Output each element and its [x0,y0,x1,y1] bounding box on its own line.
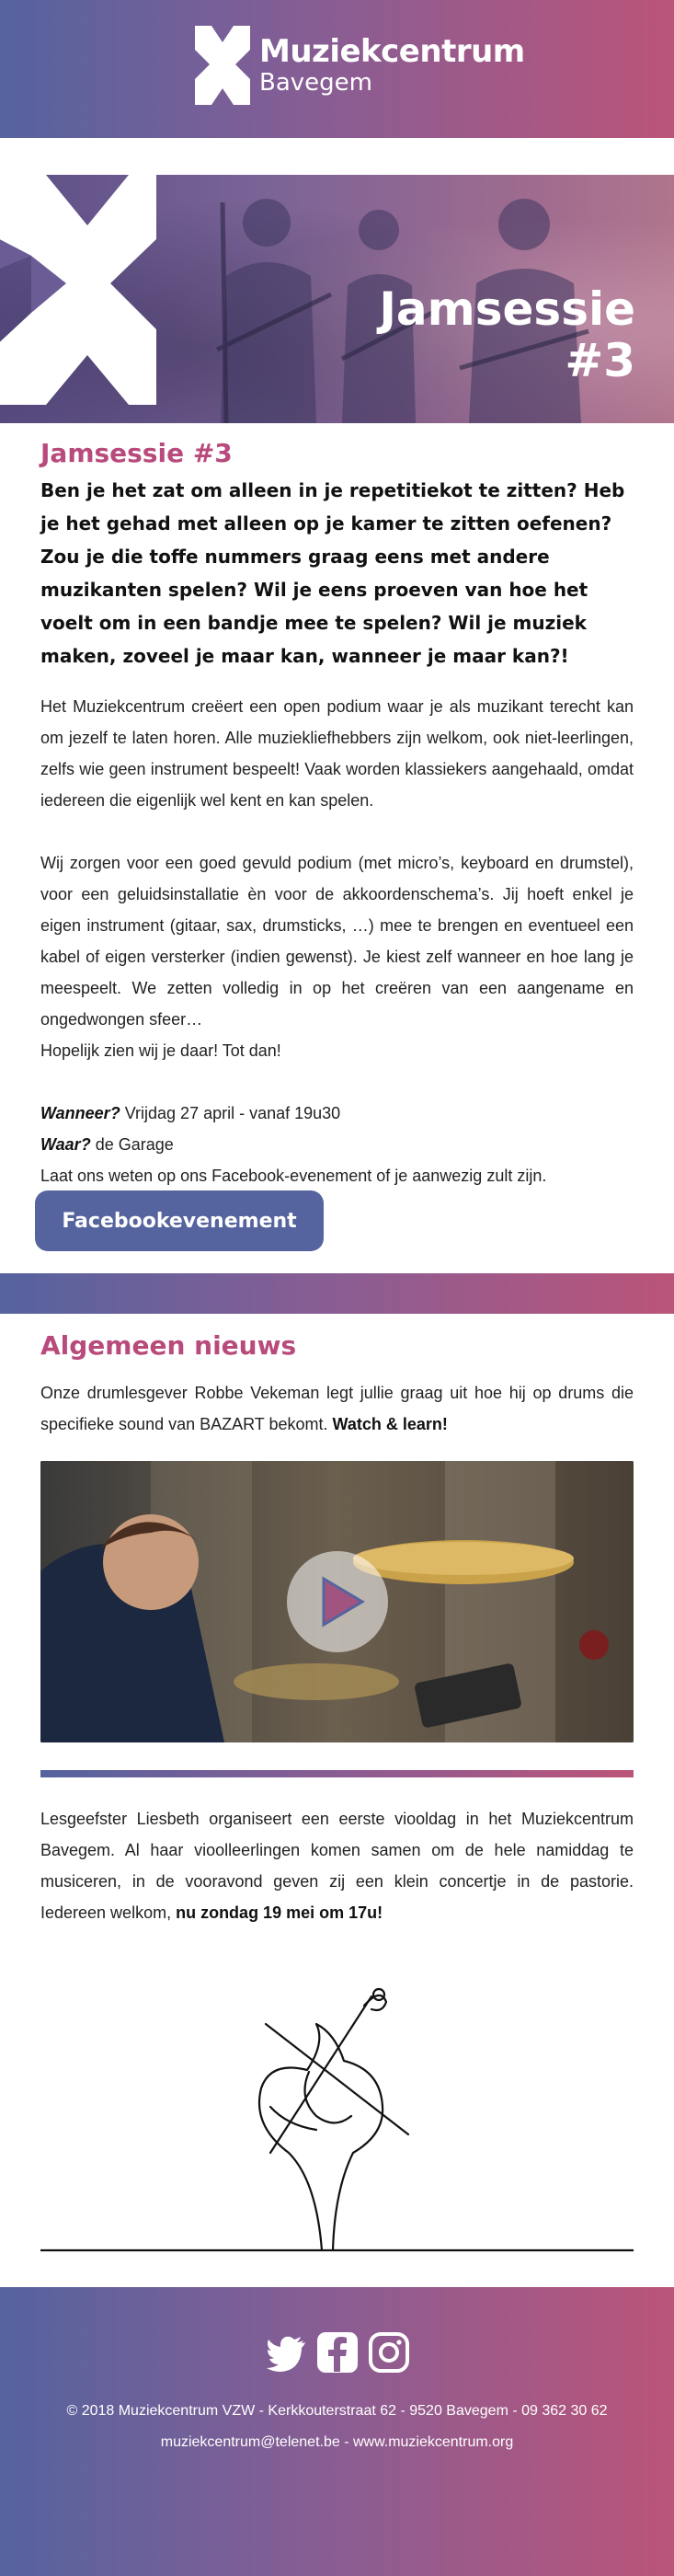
event-rsvp: Laat ons weten op ons Facebook-evenement… [40,1167,547,1185]
play-icon[interactable] [287,1551,388,1652]
news-item-2-callout: nu zondag 19 mei om 17u! [176,1903,383,1922]
hero-title: Jamsessie #3 [268,283,635,386]
news-separator [40,1770,634,1777]
video-thumbnail[interactable] [40,1461,634,1742]
news-item-1-callout: Watch & learn! [332,1415,448,1433]
footer-contact[interactable]: muziekcentrum@telenet.be - www.muziekcen… [0,2434,674,2451]
where-label: Waar? [40,1135,91,1154]
event-paragraph-2: Wij zorgen voor een goed gevuld podium (… [40,854,634,1029]
event-when: Wanneer? Vrijdag 27 april - vanaf 19u30 [40,1098,634,1129]
hero-title-line1: Jamsessie [379,282,635,336]
logo-subtitle: Bavegem [259,69,372,97]
instagram-icon[interactable] [368,2331,410,2374]
event-closing: Hopelijk zien wij je daar! Tot dan! [40,1041,281,1060]
footer: © 2018 Muziekcentrum VZW - Kerkkouterstr… [0,2287,674,2576]
news-heading: Algemeen nieuws [40,1330,297,1361]
footer-address: © 2018 Muziekcentrum VZW - Kerkkouterstr… [66,2403,608,2419]
news-item-2-text: Lesgeefster Liesbeth organiseert een eer… [40,1803,634,1928]
social-links [0,2331,674,2374]
twitter-icon[interactable] [265,2331,307,2374]
logo[interactable]: Muziekcentrum Bavegem [191,22,525,109]
logo-title: Muziekcentrum [259,33,525,70]
event-paragraph-1: Het Muziekcentrum creëert een open podiu… [40,697,634,810]
facebook-icon[interactable] [316,2331,359,2374]
header-banner: Muziekcentrum Bavegem [0,0,674,138]
event-lead: Ben je het zat om alleen in je repetitie… [40,479,625,667]
violin-line-illustration [40,1987,634,2252]
event-where: Waar? de Garage [40,1129,634,1160]
event-heading: Jamsessie #3 [40,438,233,468]
news-item-2: Lesgeefster Liesbeth organiseert een eer… [40,1803,634,1928]
hero-banner: Jamsessie #3 [0,175,674,423]
facebook-event-button[interactable]: Facebookevenement [35,1190,324,1251]
where-value: de Garage [90,1135,174,1154]
news-item-1-text: Onze drumlesgever Robbe Vekeman legt jul… [40,1377,634,1440]
event-section: Jamsessie #3 Ben je het zat om alleen in… [40,438,634,1191]
hero-title-line2: #3 [565,334,635,387]
news-section: Algemeen nieuws Onze drumlesgever Robbe … [40,1330,634,1440]
when-label: Wanneer? [40,1104,120,1122]
section-divider [0,1273,674,1314]
logo-mark-icon [195,26,250,105]
when-value: Vrijdag 27 april - vanaf 19u30 [120,1104,341,1122]
